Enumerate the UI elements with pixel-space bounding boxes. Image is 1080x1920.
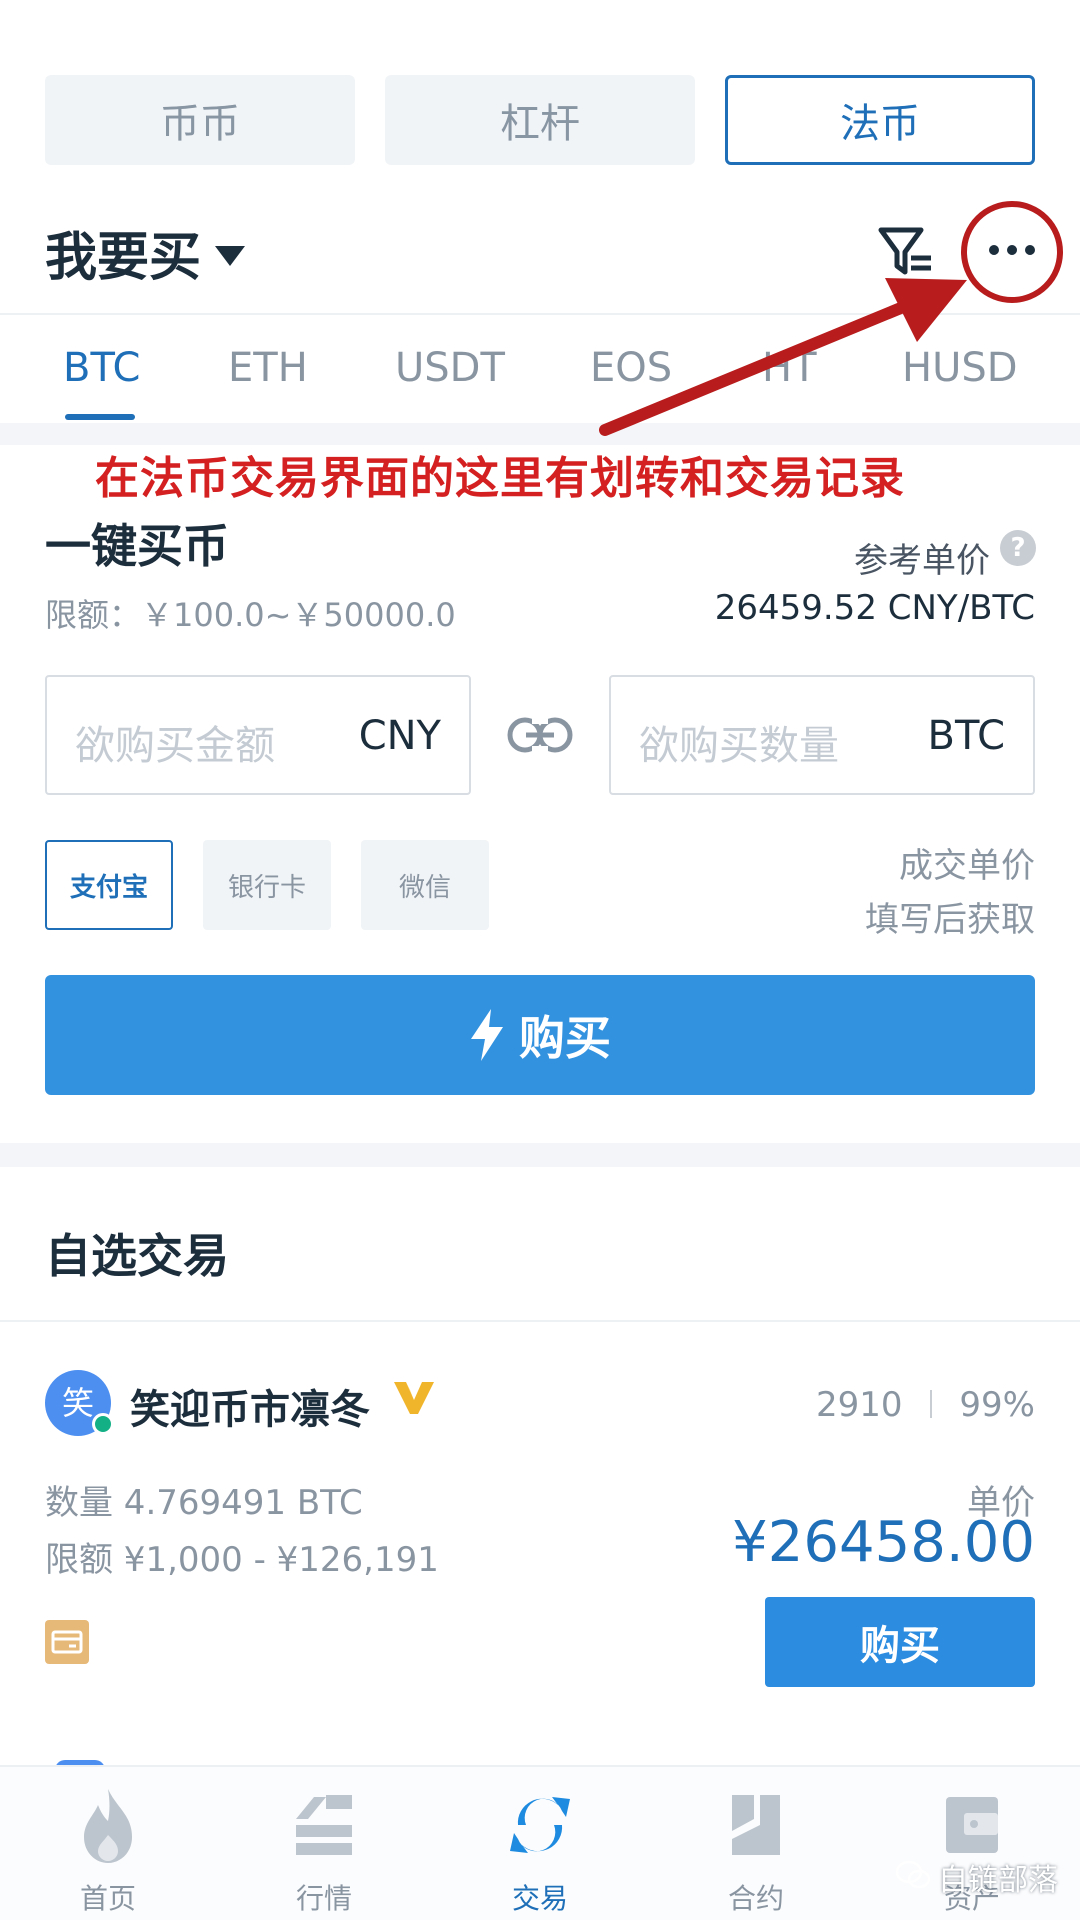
deal-price-label: 成交单价 (899, 846, 1035, 886)
pay-method-wechat[interactable]: 微信 (361, 840, 489, 930)
merchant-orders: 2910 (816, 1385, 903, 1425)
favorites-title: 自选交易 (45, 1229, 229, 1283)
merchant-name[interactable]: 笑迎币市凛冬 (130, 1377, 370, 1435)
ref-price-label: 参考单价 (854, 541, 990, 581)
wechat-watermark-icon (895, 1860, 931, 1890)
amount-input[interactable]: 欲购买金额 CNY (45, 675, 471, 795)
merchant-price: ¥26458.00 (732, 1510, 1035, 1575)
amount-placeholder: 欲购买金额 (75, 723, 275, 769)
quick-buy-button-label: 购买 (519, 1011, 611, 1065)
online-status-dot (92, 1413, 114, 1435)
bottom-nav: 首页 行情 交易 合约 资产 (0, 1765, 1080, 1920)
coin-tab-btc[interactable]: BTC (63, 345, 140, 391)
quick-buy-title: 一键买币 (45, 519, 229, 573)
quantity-placeholder: 欲购买数量 (639, 723, 839, 769)
caret-down-icon (215, 245, 246, 266)
nav-market-label: 行情 (295, 1882, 352, 1915)
nav-trade-label: 交易 (511, 1882, 568, 1915)
merchant-buy-button[interactable]: 购买 (765, 1597, 1035, 1687)
divider (0, 1320, 1080, 1322)
tab-margin[interactable]: 杠杆 (385, 75, 695, 165)
nav-contract[interactable]: 合约 (648, 1767, 864, 1920)
nav-home-label: 首页 (79, 1882, 136, 1915)
quantity-unit: BTC (927, 713, 1005, 759)
merchant-completion-rate: 99% (959, 1385, 1035, 1425)
merchant-limit: 限额 ¥1,000 - ¥126,191 (45, 1540, 439, 1580)
wallet-icon (946, 1797, 998, 1853)
bank-card-icon (45, 1620, 89, 1664)
ref-price-value: 26459.52 CNY/BTC (714, 588, 1035, 628)
pay-method-bank-card[interactable]: 银行卡 (203, 840, 331, 930)
coin-tab-eth[interactable]: ETH (228, 345, 308, 391)
pay-method-alipay[interactable]: 支付宝 (45, 840, 173, 930)
watermark-text: 自链部落 (938, 1863, 1058, 1898)
exchange-icon (510, 1797, 570, 1853)
flame-icon (84, 1789, 132, 1863)
nav-home[interactable]: 首页 (0, 1767, 216, 1920)
quick-buy-limit: 限额：￥100.0~￥50000.0 (45, 596, 456, 634)
amount-unit: CNY (358, 713, 441, 759)
merchant-quantity: 数量 4.769491 BTC (45, 1483, 363, 1523)
contract-icon (732, 1795, 780, 1855)
lightning-icon (471, 1009, 503, 1061)
divider (930, 1390, 932, 1418)
chart-icon (296, 1795, 352, 1855)
nav-contract-label: 合约 (727, 1882, 784, 1915)
tab-coin-coin[interactable]: 币币 (45, 75, 355, 165)
annotation-arrow-icon (599, 278, 967, 436)
deal-price-hint: 填写后获取 (865, 900, 1035, 940)
active-tab-indicator (65, 414, 135, 420)
quantity-input[interactable]: 欲购买数量 BTC (609, 675, 1035, 795)
nav-market[interactable]: 行情 (216, 1767, 432, 1920)
coin-tab-usdt[interactable]: USDT (395, 345, 505, 391)
avatar-char: 笑 (61, 1384, 94, 1422)
tab-fiat[interactable]: 法币 (725, 75, 1035, 165)
page-title: 我要买 (45, 228, 202, 288)
divider (0, 1143, 1080, 1167)
quick-buy-button[interactable]: 购买 (45, 975, 1035, 1095)
nav-trade[interactable]: 交易 (432, 1767, 648, 1920)
help-icon[interactable]: ? (1000, 530, 1036, 566)
verified-badge-icon (392, 1378, 436, 1422)
link-icon (506, 714, 574, 760)
buy-sell-selector[interactable]: 我要买 (45, 215, 246, 290)
annotation-text: 在法币交易界面的这里有划转和交易记录 (95, 453, 905, 504)
